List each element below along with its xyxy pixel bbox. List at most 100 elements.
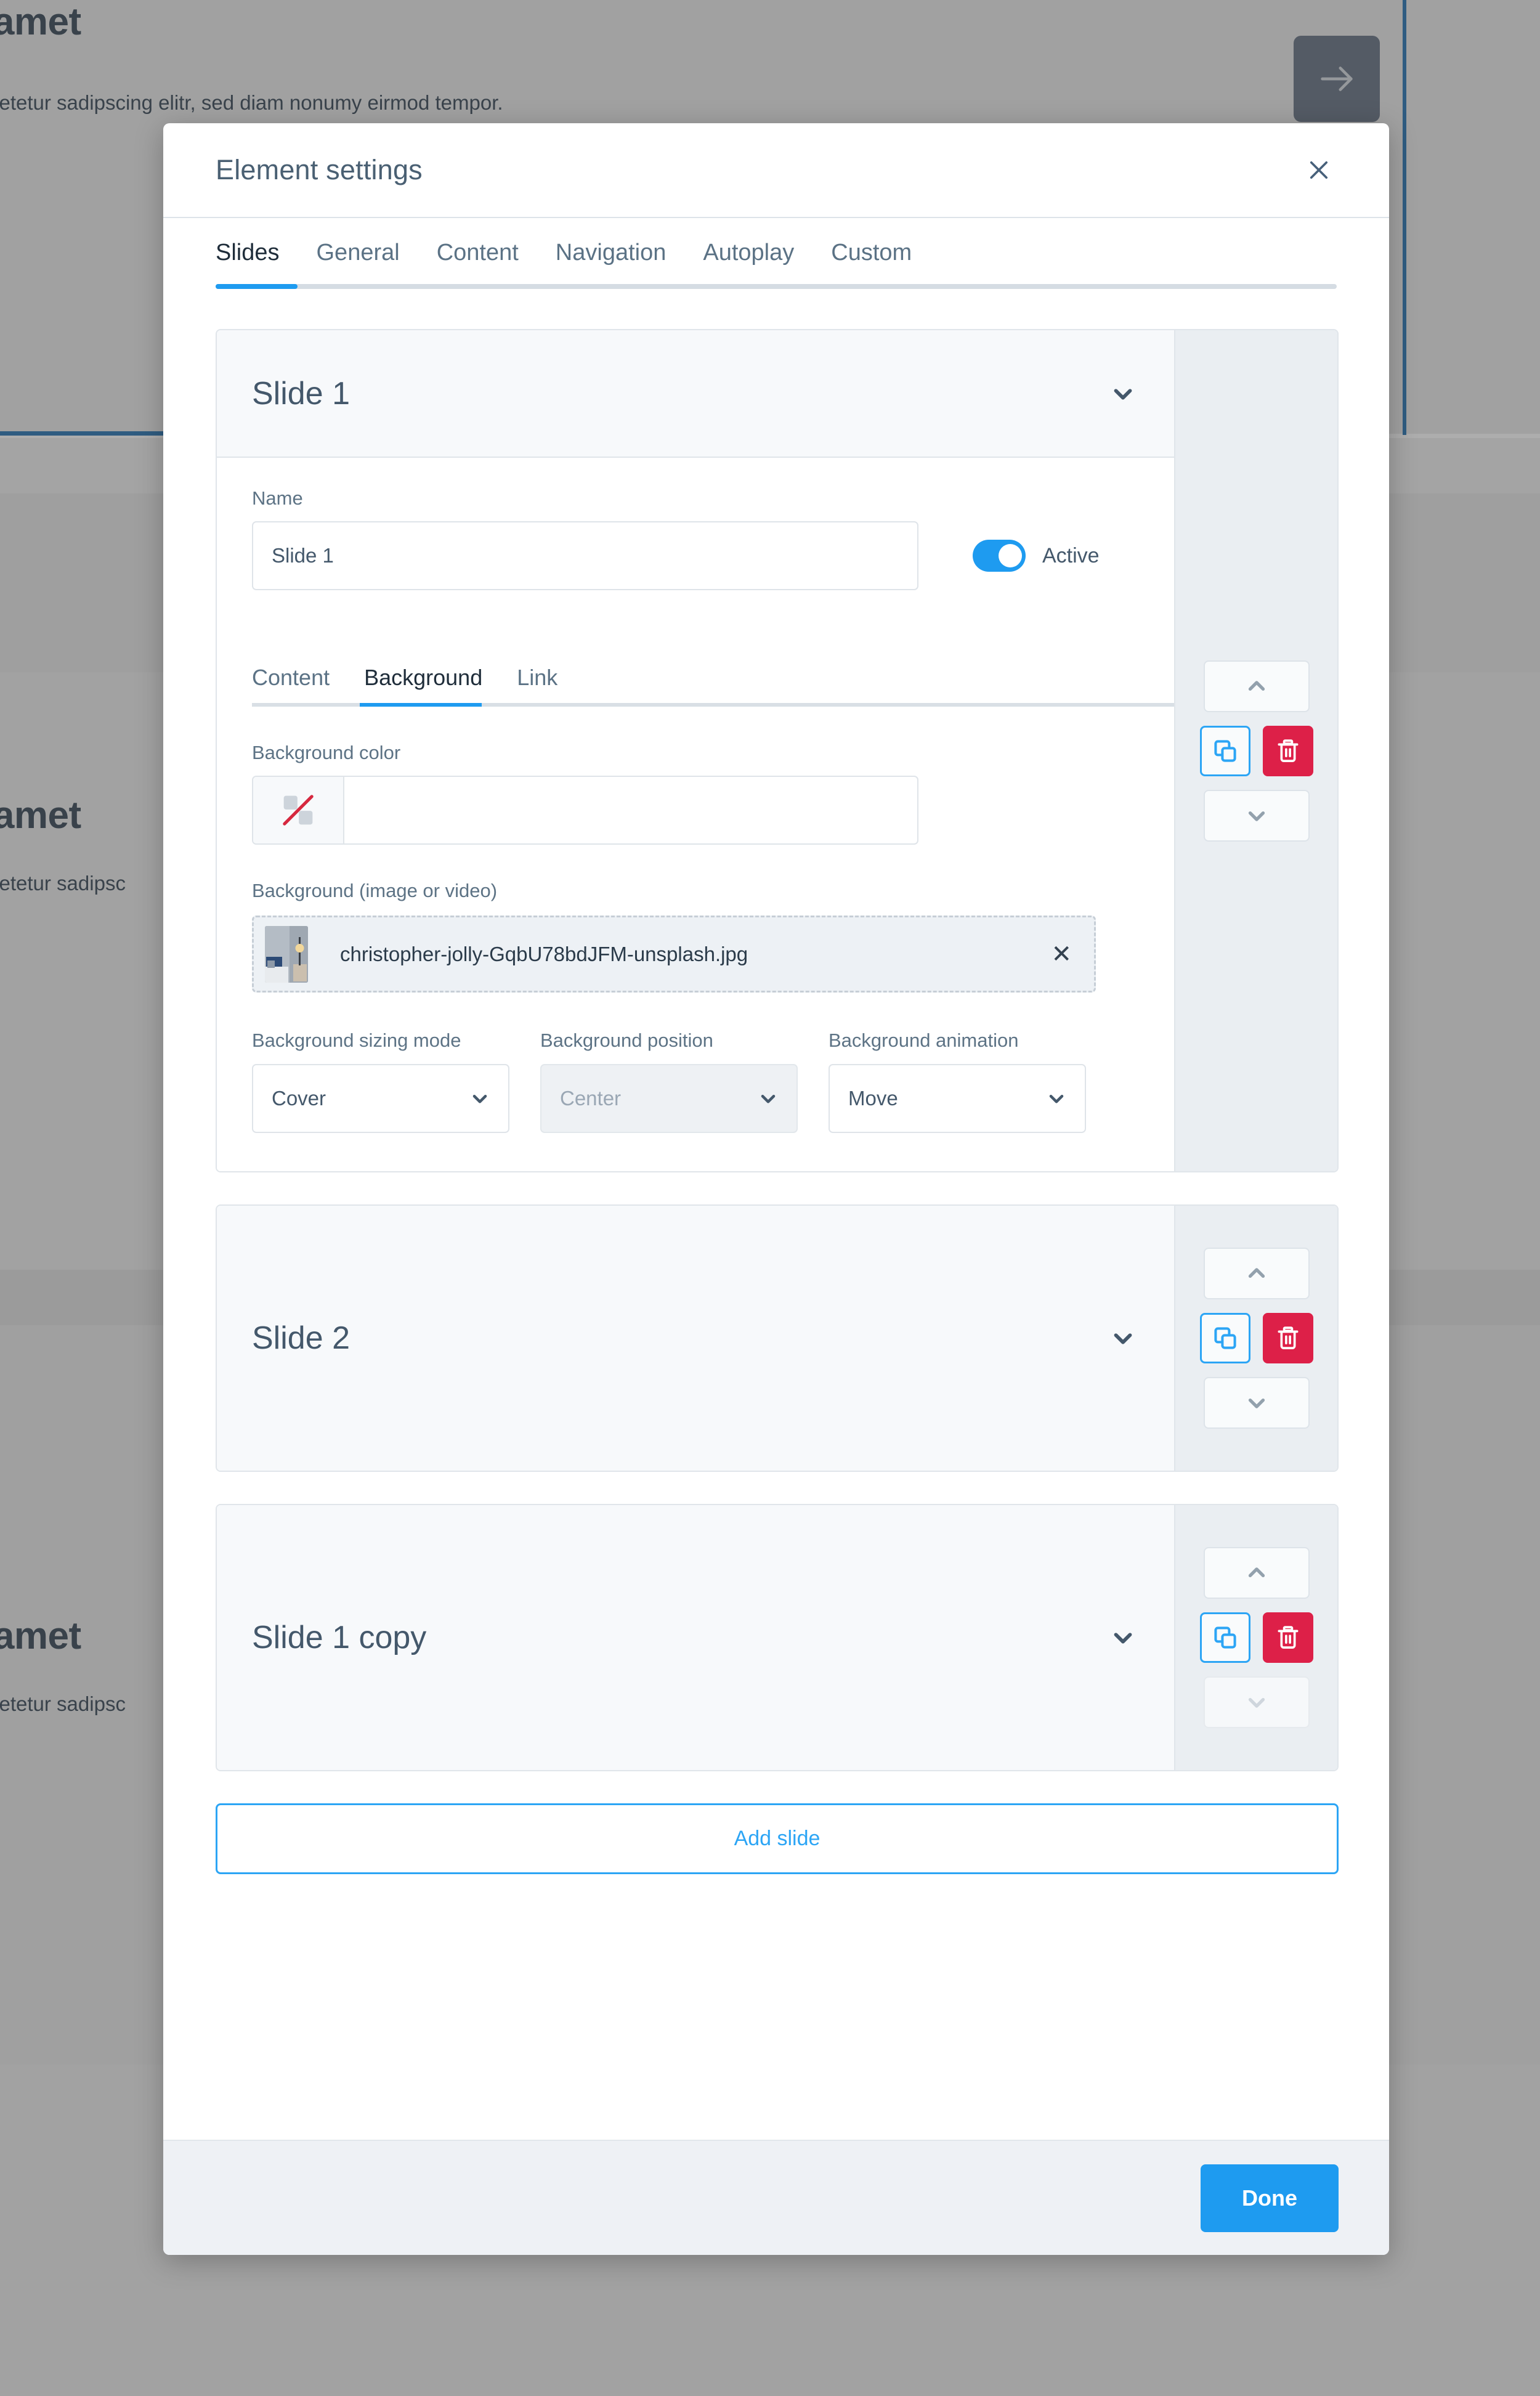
slide-1-move-down-button[interactable] (1203, 789, 1310, 842)
slide-1-move-up-button[interactable] (1203, 660, 1310, 712)
chevron-down-icon (1114, 388, 1132, 400)
active-toggle-group[interactable]: Active (973, 540, 1100, 572)
background-position-label: Background position (540, 1029, 713, 1051)
background-position-value: Center (560, 1087, 622, 1110)
slide-3-collapse-toggle[interactable] (1109, 1623, 1137, 1652)
close-icon (1310, 161, 1328, 179)
slide-panel-3: Slide 1 copy (216, 1504, 1339, 1771)
modal-body: Slide 1 Name Slide 1 Active Content Back… (163, 289, 1389, 2140)
image-thumbnail (265, 925, 308, 983)
page-title: Element settings (216, 154, 423, 185)
slide-2-move-up-button[interactable] (1203, 1248, 1310, 1299)
tab-autoplay[interactable]: Autoplay (684, 218, 813, 288)
slide-2-duplicate-button[interactable] (1199, 1313, 1250, 1363)
slide-3-duplicate-button[interactable] (1199, 1612, 1250, 1663)
background-color-picker[interactable] (252, 776, 918, 845)
no-color-icon (281, 793, 315, 827)
background-media-dropzone[interactable]: christopher-jolly-GqbU78bdJFM-unsplash.j… (252, 916, 1096, 993)
modal-footer: Done (163, 2140, 1389, 2255)
slide-3-controls (1174, 1505, 1337, 1770)
chevron-down-icon (757, 1087, 779, 1110)
toggle-knob (999, 544, 1022, 567)
background-color-label: Background color (252, 742, 401, 763)
slide-2-move-down-button[interactable] (1203, 1377, 1310, 1429)
slide-3-header[interactable]: Slide 1 copy (217, 1505, 1174, 1770)
background-media-section: Background (image or video) christopher-… (252, 845, 1139, 993)
slide-1-collapse-toggle[interactable] (1109, 380, 1137, 408)
slide-1-delete-button[interactable] (1262, 725, 1313, 776)
name-label: Name (252, 487, 303, 509)
background-animation-select[interactable]: Move (829, 1064, 1086, 1133)
inner-tabs-rail (252, 703, 1174, 707)
chevron-down-icon (1248, 811, 1265, 821)
slide-1-controls (1174, 330, 1337, 1171)
background-animation-value: Move (848, 1087, 898, 1110)
slide-2-header[interactable]: Slide 2 (217, 1206, 1174, 1471)
done-button[interactable]: Done (1201, 2164, 1339, 2232)
close-button[interactable] (1299, 150, 1339, 190)
chevron-down-icon (1114, 1633, 1132, 1644)
color-swatch-button[interactable] (253, 777, 344, 843)
tab-slides[interactable]: Slides (216, 218, 298, 288)
slide-1-body: Name Active Con (217, 457, 1174, 1171)
trash-icon (1278, 1626, 1298, 1649)
color-value-field[interactable] (344, 777, 917, 843)
chevron-down-icon (1248, 1698, 1265, 1708)
slide-1-duplicate-button[interactable] (1199, 725, 1250, 776)
slide-3-move-down-button (1203, 1676, 1310, 1728)
tabs-rail-indicator (216, 284, 298, 289)
slide-3-move-up-button[interactable] (1203, 1547, 1310, 1599)
slide-2-controls (1174, 1206, 1337, 1471)
slide-1-header[interactable]: Slide 1 (217, 330, 1174, 457)
slide-name-input[interactable] (252, 521, 918, 590)
background-options-row: Background sizing mode Cover Background … (252, 993, 1139, 1171)
slide-3-title: Slide 1 copy (252, 1620, 427, 1655)
slide-2-title: Slide 2 (252, 1320, 350, 1356)
inner-tab-background[interactable]: Background (347, 665, 500, 691)
chevron-down-icon (469, 1087, 491, 1110)
tab-custom[interactable]: Custom (813, 218, 930, 288)
slide-inner-tabs: Content Background Link (217, 638, 1174, 707)
background-media-label: Background (image or video) (252, 880, 498, 901)
background-animation-label: Background animation (829, 1029, 1019, 1051)
background-position-field: Background position Center (540, 1029, 798, 1133)
background-animation-field: Background animation Move (829, 1029, 1086, 1133)
trash-icon (1278, 739, 1298, 762)
inner-tab-content[interactable]: Content (252, 665, 347, 691)
slide-1-title: Slide 1 (252, 375, 350, 412)
inner-tabs-rail-indicator (360, 703, 482, 707)
background-media-filename: christopher-jolly-GqbU78bdJFM-unsplash.j… (340, 942, 748, 965)
inner-tab-link[interactable]: Link (500, 665, 575, 691)
add-slide-button[interactable]: Add slide (216, 1803, 1339, 1874)
background-sizing-mode-field: Background sizing mode Cover (252, 1029, 509, 1133)
copy-icon (1214, 1626, 1236, 1649)
background-sizing-mode-label: Background sizing mode (252, 1029, 461, 1051)
slide-2-delete-button[interactable] (1262, 1313, 1313, 1363)
slide-3-delete-button[interactable] (1262, 1612, 1313, 1663)
chevron-up-icon (1248, 1567, 1265, 1577)
chevron-up-icon (1248, 1268, 1265, 1278)
slide-panel-2: Slide 2 (216, 1204, 1339, 1472)
modal-header: Element settings (163, 123, 1389, 218)
trash-icon (1278, 1326, 1298, 1349)
modal-tabs: Slides General Content Navigation Autopl… (163, 218, 1389, 289)
element-settings-modal: Element settings Slides General Content … (163, 123, 1389, 2255)
tab-navigation[interactable]: Navigation (537, 218, 685, 288)
slide-2-collapse-toggle[interactable] (1109, 1324, 1137, 1352)
tab-general[interactable]: General (298, 218, 418, 288)
copy-icon (1214, 739, 1236, 762)
chevron-down-icon (1114, 1333, 1132, 1344)
active-toggle[interactable] (973, 540, 1026, 572)
background-color-section: Background color (252, 707, 1139, 845)
background-sizing-mode-value: Cover (272, 1087, 326, 1110)
background-sizing-mode-select[interactable]: Cover (252, 1064, 509, 1133)
remove-media-button[interactable]: ✕ (1051, 942, 1072, 967)
chevron-down-icon (1045, 1087, 1068, 1110)
chevron-down-icon (1248, 1399, 1265, 1408)
page-root: t amet setetur sadipscing elitr, sed dia… (0, 0, 1540, 2396)
copy-icon (1214, 1327, 1236, 1349)
tab-content[interactable]: Content (418, 218, 537, 288)
tabs-rail (216, 284, 1337, 289)
background-position-select: Center (540, 1064, 798, 1133)
active-toggle-label: Active (1042, 543, 1100, 567)
